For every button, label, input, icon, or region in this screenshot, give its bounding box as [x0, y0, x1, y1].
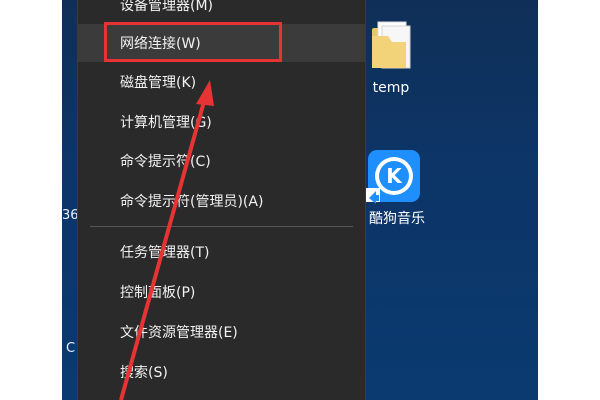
- menu-item-task-manager[interactable]: 任务管理器(T): [78, 233, 365, 271]
- menu-item-file-explorer[interactable]: 文件资源管理器(E): [78, 313, 365, 351]
- menu-separator: [90, 226, 353, 227]
- menu-item-command-prompt-admin[interactable]: 命令提示符(管理员)(A): [78, 182, 365, 220]
- menu-item-control-panel[interactable]: 控制面板(P): [78, 273, 365, 311]
- menu-item-device-manager[interactable]: 设备管理器(M): [78, 0, 365, 24]
- menu-item-computer-management[interactable]: 计算机管理(G): [78, 103, 365, 141]
- menu-item-label: 任务管理器(T): [120, 245, 210, 261]
- menu-item-label: 设备管理器(M): [120, 0, 214, 14]
- menu-item-command-prompt[interactable]: 命令提示符(C): [78, 142, 365, 180]
- folder-icon[interactable]: [368, 18, 412, 72]
- menu-item-label: 控制面板(P): [120, 285, 196, 301]
- kugou-icon[interactable]: K: [366, 148, 422, 204]
- menu-item-label: 命令提示符(C): [120, 154, 211, 170]
- menu-item-search[interactable]: 搜索(S): [78, 353, 365, 391]
- highlight-rectangle: [104, 22, 282, 62]
- menu-item-label: 文件资源管理器(E): [120, 325, 238, 341]
- menu-item-label: 命令提示符(管理员)(A): [120, 194, 264, 210]
- menu-item-label: 磁盘管理(K): [120, 75, 197, 91]
- menu-item-label: 搜索(S): [120, 365, 168, 381]
- desktop-icon-label-temp: temp: [372, 80, 410, 96]
- desktop-icon-label-kugou: 酷狗音乐: [369, 211, 425, 227]
- menu-item-label: 计算机管理(G): [120, 115, 212, 131]
- svg-text:K: K: [386, 164, 403, 188]
- desktop-partial-label-b: C: [66, 341, 76, 356]
- menu-item-disk-management[interactable]: 磁盘管理(K): [78, 63, 365, 101]
